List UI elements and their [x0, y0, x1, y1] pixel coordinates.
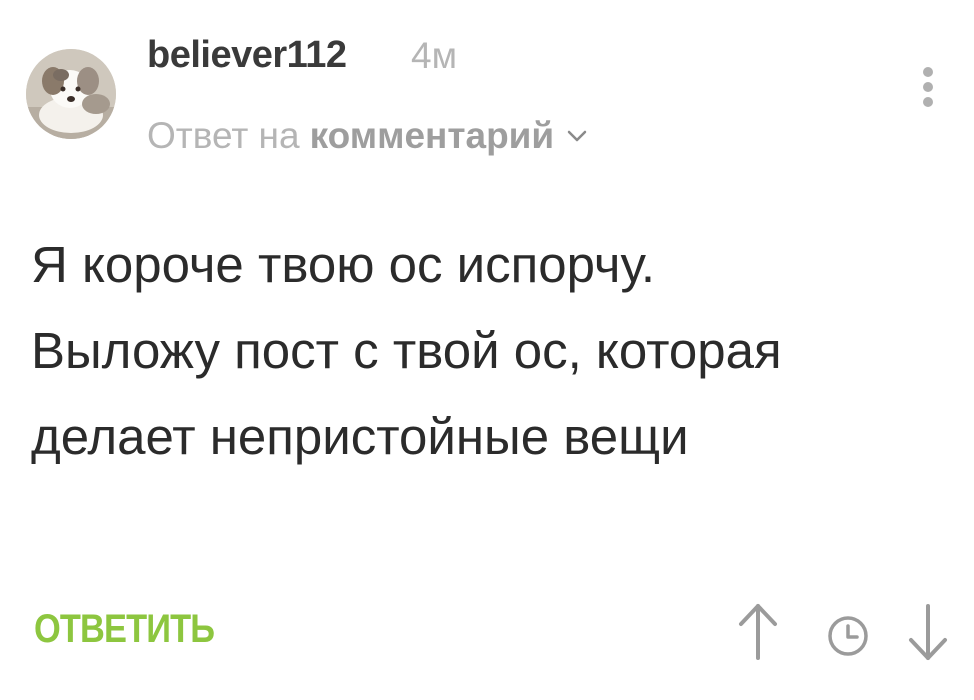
reply-prefix: Ответ на	[147, 115, 300, 156]
author-name[interactable]: believer112	[147, 34, 347, 77]
avatar[interactable]	[26, 49, 116, 139]
chevron-down-icon[interactable]	[566, 125, 588, 147]
clock-icon[interactable]	[818, 602, 878, 670]
comment-card: believer112 4м Ответ на комментарий Я ко…	[0, 0, 974, 700]
timestamp: 4м	[411, 35, 458, 76]
reply-target[interactable]: комментарий	[310, 115, 555, 157]
reply-context[interactable]: Ответ на комментарий	[147, 115, 588, 157]
avatar-dog-photo	[26, 49, 116, 139]
comment-text: Я короче твою ос испорчу. Выложу пост с …	[31, 236, 782, 465]
reply-button[interactable]: ОТВЕТИТЬ	[34, 607, 215, 652]
arrow-down-icon[interactable]	[898, 598, 958, 666]
arrow-up-icon[interactable]	[728, 598, 788, 666]
more-vertical-icon[interactable]	[908, 62, 948, 122]
